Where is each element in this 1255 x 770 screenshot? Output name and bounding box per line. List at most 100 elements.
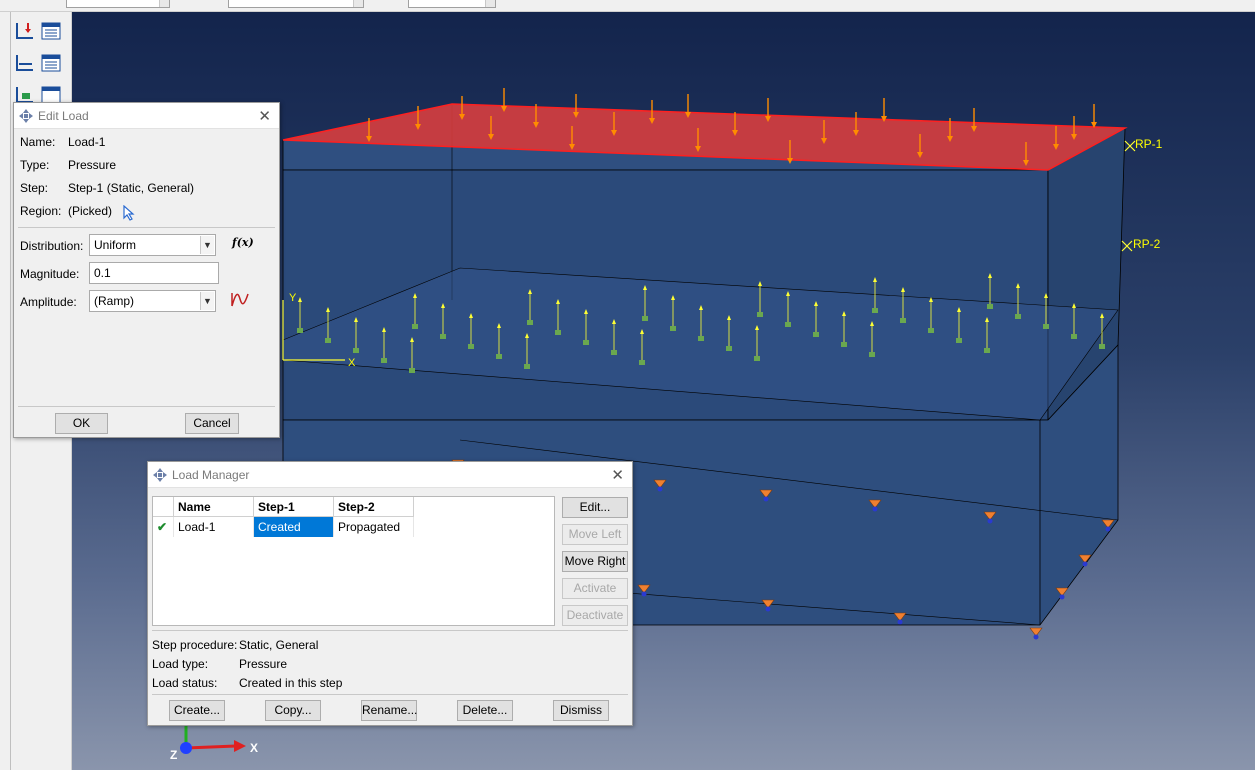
table-header-status	[153, 497, 174, 517]
move-left-button[interactable]: Move Left	[562, 524, 628, 545]
load-type-label: Load type:	[152, 657, 209, 671]
csys-origin	[987, 304, 993, 309]
bc-symbol-node	[872, 506, 878, 512]
create-bc-icon[interactable]	[14, 52, 36, 74]
fx-button[interactable]: f(x)	[232, 236, 254, 249]
csys-origin	[841, 342, 847, 347]
table-header-step2[interactable]: Step-2	[334, 497, 414, 517]
load-manager-titlebar[interactable]: Load Manager ✕	[148, 462, 632, 488]
region-value: (Picked)	[68, 204, 113, 218]
rename-button[interactable]: Rename...	[361, 700, 417, 721]
csys-origin	[353, 348, 359, 353]
model-combo[interactable]	[228, 0, 364, 8]
cancel-button[interactable]: Cancel	[185, 413, 239, 434]
triad-x-label: X	[250, 741, 259, 755]
reference-point-marker	[1124, 140, 1136, 152]
delete-button[interactable]: Delete...	[457, 700, 513, 721]
active-check-icon[interactable]: ✔	[153, 517, 174, 537]
separator	[152, 630, 628, 631]
dismiss-button[interactable]: Dismiss	[553, 700, 609, 721]
bc-symbol-node	[657, 486, 663, 492]
csys-origin	[900, 318, 906, 323]
load-manager-dialog: Load Manager ✕ Name Step-1 Step-2 ✔ Load…	[147, 461, 633, 726]
csys-origin	[726, 346, 732, 351]
csys-origin	[496, 354, 502, 359]
load-manager-icon[interactable]	[40, 20, 62, 42]
separator	[18, 227, 275, 228]
bc-symbol-node	[763, 496, 769, 502]
csys-origin	[872, 308, 878, 313]
module-combo[interactable]	[66, 0, 170, 8]
csys-origin	[468, 344, 474, 349]
table-header-step1[interactable]: Step-1	[254, 497, 334, 517]
csys-origin	[297, 328, 303, 333]
move-right-button[interactable]: Move Right	[562, 551, 628, 572]
csys-origin	[527, 320, 533, 325]
load-type-value: Pressure	[239, 657, 288, 671]
loads-table: Name Step-1 Step-2 ✔ Load-1 Created Prop…	[152, 496, 555, 626]
pick-region-icon[interactable]	[122, 205, 136, 221]
type-value: Pressure	[68, 158, 117, 172]
magnitude-field[interactable]: 0.1	[89, 262, 219, 284]
csys-origin	[757, 312, 763, 317]
create-button[interactable]: Create...	[169, 700, 225, 721]
csys-origin	[869, 352, 875, 357]
csys-origin	[1015, 314, 1021, 319]
chevron-down-icon: ▼	[200, 236, 214, 254]
name-value: Load-1	[68, 135, 106, 149]
activate-button[interactable]: Activate	[562, 578, 628, 599]
csys-origin	[412, 324, 418, 329]
row-name[interactable]: Load-1	[174, 517, 254, 537]
close-icon[interactable]: ✕	[611, 466, 624, 484]
bc-symbol-node	[641, 591, 647, 597]
csys-origin	[754, 356, 760, 361]
name-label: Name:	[20, 135, 56, 149]
csys-origin	[381, 358, 387, 363]
bc-symbol-node	[987, 518, 993, 524]
create-load-icon[interactable]	[14, 20, 36, 42]
table-header-name[interactable]: Name	[174, 497, 254, 517]
bc-symbol-node	[1082, 561, 1088, 567]
csys-origin	[325, 338, 331, 343]
row-step1-cell[interactable]: Created	[254, 517, 334, 537]
bc-symbol-node	[897, 619, 903, 625]
edit-load-titlebar[interactable]: Edit Load ✕	[14, 103, 279, 129]
bc-symbol-node	[1105, 526, 1111, 532]
step-combo[interactable]	[408, 0, 496, 8]
step-procedure-label: Step procedure:	[152, 638, 238, 652]
amplitude-label: Amplitude:	[20, 295, 77, 309]
close-icon[interactable]: ✕	[258, 107, 271, 125]
csys-origin	[813, 332, 819, 337]
csys-origin	[928, 328, 934, 333]
load-status-label: Load status:	[152, 676, 218, 690]
dialog-move-icon	[19, 109, 33, 123]
csys-x-label: X	[348, 357, 356, 369]
copy-button[interactable]: Copy...	[265, 700, 321, 721]
csys-origin	[1099, 344, 1105, 349]
chevron-down-icon: ▼	[200, 292, 214, 310]
separator	[18, 406, 275, 407]
distribution-select[interactable]: Uniform ▼	[89, 234, 216, 256]
deactivate-button[interactable]: Deactivate	[562, 605, 628, 626]
amplitude-select[interactable]: (Ramp) ▼	[89, 290, 216, 312]
csys-origin	[555, 330, 561, 335]
dialog-title: Edit Load	[38, 109, 89, 123]
row-step2-cell[interactable]: Propagated	[334, 517, 414, 537]
rp2-label: RP-2	[1133, 237, 1161, 251]
separator	[152, 694, 628, 695]
region-label: Region:	[20, 204, 62, 218]
csys-origin	[956, 338, 962, 343]
top-toolbar	[0, 0, 1255, 12]
type-label: Type:	[20, 158, 50, 172]
bc-symbol-node	[1059, 594, 1065, 600]
reference-point-marker	[1121, 240, 1133, 252]
ok-button[interactable]: OK	[55, 413, 108, 434]
create-amplitude-icon[interactable]	[230, 290, 250, 308]
csys-origin	[409, 368, 415, 373]
bc-symbol-node	[765, 606, 771, 612]
bc-manager-icon[interactable]	[40, 52, 62, 74]
csys-origin	[984, 348, 990, 353]
csys-origin	[1071, 334, 1077, 339]
edit-button[interactable]: Edit...	[562, 497, 628, 518]
csys-origin	[1043, 324, 1049, 329]
